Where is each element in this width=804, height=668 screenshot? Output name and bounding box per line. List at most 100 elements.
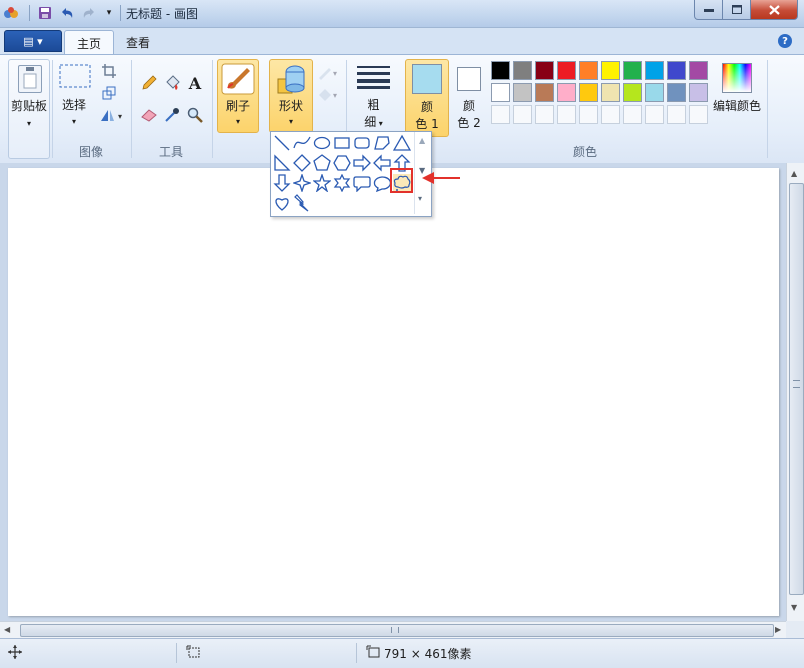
shape-left-arrow-icon[interactable] xyxy=(373,154,391,172)
magnifier-icon[interactable] xyxy=(184,104,206,126)
undo-icon[interactable] xyxy=(58,4,76,22)
clipboard-button[interactable]: 剪贴板 ▾ xyxy=(8,59,50,159)
file-menu-label: ▤ ▾ xyxy=(23,34,43,48)
palette-swatch[interactable] xyxy=(579,61,598,80)
size-label-2[interactable]: 细 ▾ xyxy=(357,114,390,132)
palette-swatch[interactable] xyxy=(513,61,532,80)
help-icon[interactable]: ? xyxy=(778,34,792,48)
palette-swatch[interactable] xyxy=(645,83,664,102)
text-tool-icon[interactable]: A xyxy=(184,72,206,94)
rotate-icon[interactable]: ▾ xyxy=(98,104,126,126)
shape-rounded-callout-icon[interactable] xyxy=(353,174,371,192)
palette-swatch-empty[interactable] xyxy=(623,105,642,124)
palette-swatch[interactable] xyxy=(667,61,686,80)
color2-button[interactable]: 颜 色 2 xyxy=(449,59,489,135)
redo-icon[interactable] xyxy=(80,4,98,22)
tab-view-label: 查看 xyxy=(126,35,151,50)
palette-swatch[interactable] xyxy=(601,83,620,102)
palette-swatch-empty[interactable] xyxy=(667,105,686,124)
palette-swatch-empty[interactable] xyxy=(513,105,532,124)
size-label-1[interactable]: 粗 xyxy=(357,97,390,113)
pencil-icon[interactable] xyxy=(138,72,160,94)
eraser-icon[interactable] xyxy=(138,104,160,126)
horizontal-scroll-thumb[interactable] xyxy=(20,624,774,637)
maximize-button[interactable] xyxy=(722,0,751,20)
gallery-up-icon[interactable]: ▲ xyxy=(419,136,425,145)
shape-four-point-star-icon[interactable] xyxy=(293,174,311,192)
shape-heart-icon[interactable] xyxy=(273,194,291,212)
file-menu-button[interactable]: ▤ ▾ xyxy=(4,30,62,52)
vertical-scrollbar[interactable]: ▲ ▼ xyxy=(786,163,804,621)
drawing-canvas[interactable] xyxy=(8,168,779,616)
palette-swatch[interactable] xyxy=(491,83,510,102)
minimize-button[interactable] xyxy=(694,0,723,20)
shape-oval-callout-icon[interactable] xyxy=(373,174,391,192)
tab-home[interactable]: 主页 xyxy=(64,30,115,55)
palette-swatch[interactable] xyxy=(535,61,554,80)
gallery-expand-icon[interactable]: ▾ xyxy=(418,194,422,203)
palette-swatch[interactable] xyxy=(689,83,708,102)
crop-icon[interactable] xyxy=(98,60,120,82)
palette-swatch-empty[interactable] xyxy=(645,105,664,124)
shape-rectangle-icon[interactable] xyxy=(333,134,351,152)
svg-text:▾: ▾ xyxy=(118,112,122,121)
shape-hexagon-icon[interactable] xyxy=(333,154,351,172)
brushes-dropdown-icon: ▾ xyxy=(235,117,240,126)
palette-swatch[interactable] xyxy=(557,83,576,102)
shape-five-point-star-icon[interactable] xyxy=(313,174,331,192)
select-icon[interactable] xyxy=(58,63,92,91)
color-picker-icon[interactable] xyxy=(161,104,183,126)
scroll-right-icon[interactable]: ▶ xyxy=(775,625,781,634)
save-icon[interactable] xyxy=(36,4,54,22)
shape-right-triangle-icon[interactable] xyxy=(273,154,291,172)
brushes-button[interactable]: 刷子 ▾ xyxy=(217,59,259,133)
svg-text:▾: ▾ xyxy=(333,91,337,100)
vertical-scroll-thumb[interactable] xyxy=(789,183,804,595)
shapes-button[interactable]: 形状 ▾ xyxy=(269,59,313,133)
fill-bucket-icon[interactable] xyxy=(161,72,183,94)
horizontal-scrollbar[interactable]: ◀ ▶ xyxy=(0,621,786,639)
palette-swatch[interactable] xyxy=(623,61,642,80)
edit-colors-button[interactable]: 编辑颜色 xyxy=(712,60,762,120)
shape-oval-icon[interactable] xyxy=(313,134,331,152)
close-button[interactable] xyxy=(750,0,798,20)
scroll-down-icon[interactable]: ▼ xyxy=(791,603,797,612)
palette-swatch-empty[interactable] xyxy=(689,105,708,124)
palette-swatch-empty[interactable] xyxy=(557,105,576,124)
palette-swatch[interactable] xyxy=(491,61,510,80)
shape-lightning-icon[interactable] xyxy=(293,194,311,212)
palette-swatch-empty[interactable] xyxy=(535,105,554,124)
palette-swatch[interactable] xyxy=(579,83,598,102)
resize-icon[interactable] xyxy=(98,82,120,104)
tab-view[interactable]: 查看 xyxy=(114,30,162,54)
shape-diamond-icon[interactable] xyxy=(293,154,311,172)
shape-line-icon[interactable] xyxy=(273,134,291,152)
shape-polygon-icon[interactable] xyxy=(373,134,391,152)
size-icon[interactable] xyxy=(357,65,390,89)
palette-swatch[interactable] xyxy=(557,61,576,80)
color1-button[interactable]: 颜 色 1 xyxy=(405,59,449,137)
palette-swatch[interactable] xyxy=(689,61,708,80)
palette-swatch[interactable] xyxy=(601,61,620,80)
scroll-left-icon[interactable]: ◀ xyxy=(4,625,10,634)
paint-app-icon[interactable] xyxy=(2,4,20,22)
select-label[interactable]: 选择 xyxy=(56,97,92,113)
shape-down-arrow-icon[interactable] xyxy=(273,174,291,192)
palette-swatch-empty[interactable] xyxy=(491,105,510,124)
shape-curve-icon[interactable] xyxy=(293,134,311,152)
palette-swatch[interactable] xyxy=(645,61,664,80)
palette-swatch-empty[interactable] xyxy=(579,105,598,124)
shape-pentagon-icon[interactable] xyxy=(313,154,331,172)
shape-right-arrow-icon[interactable] xyxy=(353,154,371,172)
select-dropdown-icon[interactable]: ▾ xyxy=(56,114,92,130)
shape-triangle-icon[interactable] xyxy=(393,134,411,152)
shape-rounded-rectangle-icon[interactable] xyxy=(353,134,371,152)
palette-swatch-empty[interactable] xyxy=(601,105,620,124)
palette-swatch[interactable] xyxy=(535,83,554,102)
palette-swatch[interactable] xyxy=(623,83,642,102)
palette-swatch[interactable] xyxy=(513,83,532,102)
shape-six-point-star-icon[interactable] xyxy=(333,174,351,192)
scroll-up-icon[interactable]: ▲ xyxy=(791,169,797,178)
palette-swatch[interactable] xyxy=(667,83,686,102)
customize-toolbar-icon[interactable]: ▾ xyxy=(100,4,118,22)
